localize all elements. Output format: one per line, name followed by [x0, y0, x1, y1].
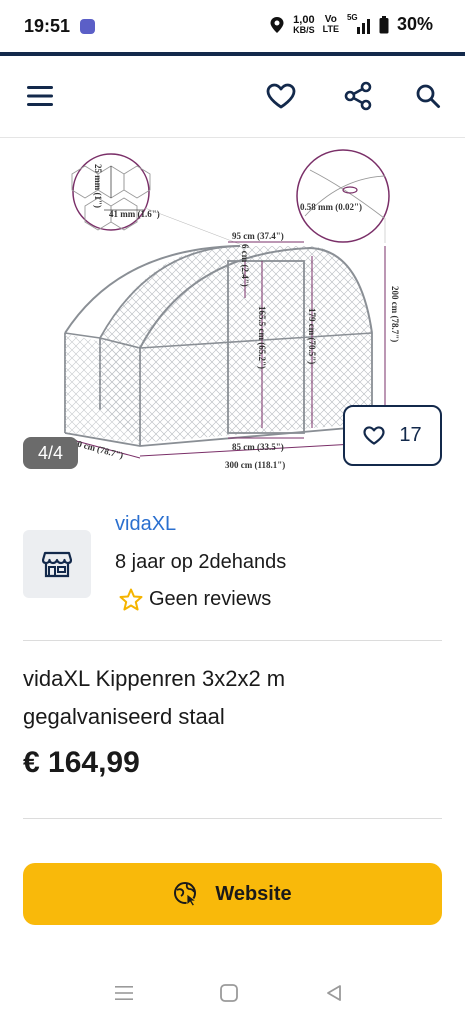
status-indicators: 1,00 KB/S Vo LTE 5G 30% — [269, 13, 433, 35]
door-width-label: 95 cm (37.4") — [232, 231, 284, 241]
seller-name-link[interactable]: vidaXL — [115, 513, 176, 536]
door-gap-label: 6 cm (2.4") — [240, 244, 250, 287]
app-notification-icon — [80, 19, 95, 34]
door-bottom-label: 85 cm (33.5") — [232, 442, 284, 452]
image-counter: 4/4 — [23, 437, 78, 469]
divider — [23, 818, 442, 819]
store-icon — [42, 551, 72, 578]
product-title: vidaXL Kippenren 3x2x2 m gegalvaniseerd … — [23, 666, 286, 729]
wire-label: 0.58 mm (0.02") — [300, 202, 362, 212]
back-button[interactable] — [319, 978, 349, 1008]
battery-percent: 30% — [396, 14, 433, 34]
status-time: 19:51 — [24, 16, 71, 36]
location-icon — [270, 16, 284, 33]
heart-icon — [266, 83, 296, 109]
home-icon — [220, 984, 238, 1002]
share-button[interactable] — [340, 78, 376, 114]
mesh-height-label: 25 mm (1") — [93, 164, 103, 208]
recent-apps-button[interactable] — [109, 978, 139, 1008]
heart-icon — [363, 426, 385, 445]
battery-icon — [379, 15, 389, 33]
website-button[interactable]: Website — [23, 863, 442, 925]
net-speed-value: 1,00 — [293, 13, 315, 26]
home-button[interactable] — [214, 978, 244, 1008]
reviews-label: Geen reviews — [149, 588, 272, 610]
net-speed-unit: KB/S — [293, 24, 315, 35]
status-bar: 19:51 1,00 KB/S Vo LTE 5G 30% — [0, 0, 465, 52]
divider — [23, 640, 442, 641]
hamburger-icon — [27, 86, 53, 106]
favorite-button[interactable] — [263, 78, 299, 114]
system-navigation-bar — [0, 960, 465, 1024]
like-count: 17 — [399, 424, 422, 446]
back-icon — [327, 985, 341, 1001]
seller-since: 8 jaar op 2dehands — [115, 551, 287, 573]
seller-reviews: Geen reviews — [119, 588, 271, 611]
length-label: 300 cm (118.1") — [225, 460, 285, 470]
door-height-label: 165.5 cm (65.2") — [257, 306, 267, 369]
search-button[interactable] — [410, 78, 446, 114]
website-label: Website — [215, 882, 292, 905]
share-icon — [344, 81, 372, 111]
like-button[interactable]: 17 — [343, 405, 442, 466]
signal-icon — [356, 18, 370, 34]
volte-bottom: LTE — [322, 24, 339, 34]
signal-indicator: 5G — [347, 13, 371, 35]
total-height-label: 200 cm (78.7") — [390, 286, 400, 342]
menu-button[interactable] — [22, 78, 58, 114]
side-height-label: 179 cm (70.5") — [307, 308, 317, 364]
seller-avatar[interactable] — [23, 530, 91, 598]
volte-indicator: Vo LTE — [323, 15, 339, 34]
globe-cursor-icon — [174, 882, 198, 907]
recents-icon — [115, 986, 133, 1000]
search-icon — [416, 84, 440, 108]
product-price: € 164,99 — [23, 746, 140, 779]
net-speed: 1,00 KB/S — [293, 13, 315, 35]
star-icon — [119, 588, 143, 611]
app-header — [0, 56, 465, 138]
